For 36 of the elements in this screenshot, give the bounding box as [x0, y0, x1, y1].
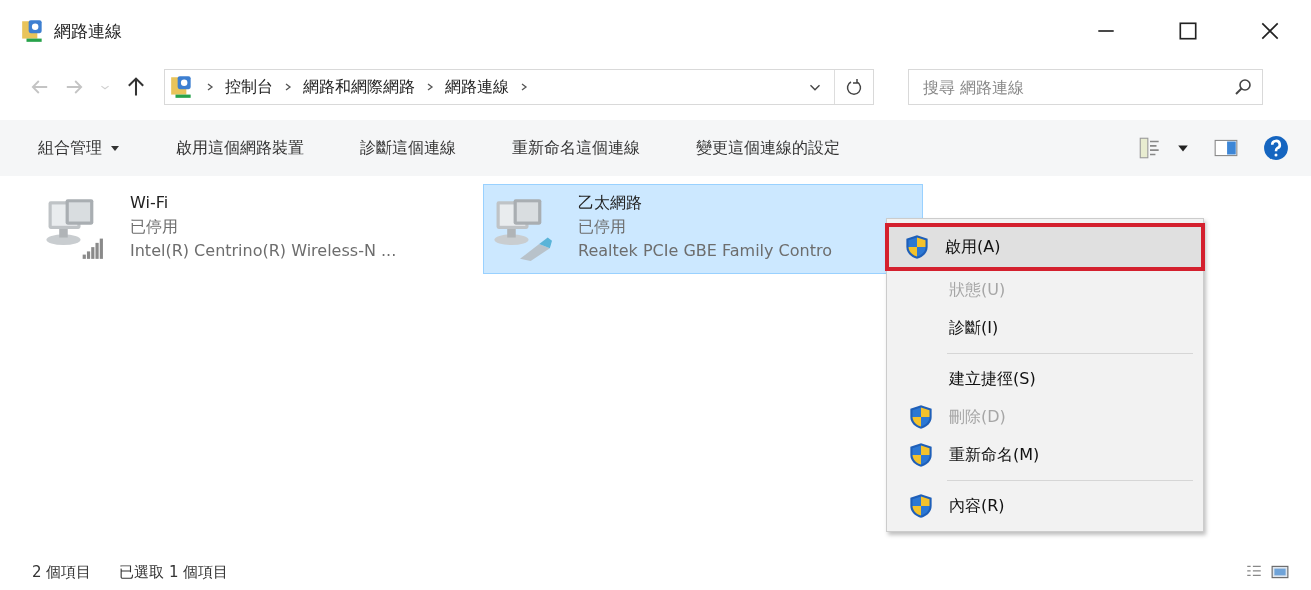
search-icon [1233, 77, 1253, 97]
menu-item[interactable]: 診斷(I) [889, 309, 1201, 347]
menu-item[interactable]: 內容(R) [889, 487, 1201, 525]
menu-item[interactable]: 啟用(A) [885, 223, 1205, 271]
chevron-right-icon [205, 82, 215, 92]
connection-name: Wi-Fi [130, 192, 170, 214]
address-bar[interactable]: 控制台 網路和網際網路 網路連線 [164, 69, 874, 105]
breadcrumb[interactable]: 網路和網際網路 [303, 76, 415, 98]
selection-count: 已選取 1 個項目 [119, 562, 229, 582]
chevron-right-icon [283, 82, 293, 92]
toolbar-button[interactable]: 診斷這個連線 [348, 131, 468, 165]
toolbar-button[interactable]: 重新命名這個連線 [500, 131, 652, 165]
adapter-name: Realtek PCIe GBE Family Contro [578, 240, 832, 262]
close-icon[interactable] [1259, 20, 1281, 42]
adapter-name: Intel(R) Centrino(R) Wireless-N ... [130, 240, 397, 262]
connection-item[interactable]: 乙太網路 已停用 Realtek PCIe GBE Family Contro [483, 184, 923, 274]
toolbar-button[interactable]: 變更這個連線的設定 [684, 131, 852, 165]
connection-status: 已停用 [578, 216, 627, 238]
window-title: 網路連線 [54, 19, 122, 43]
connection-name: 乙太網路 [578, 192, 643, 214]
chevron-right-icon [425, 82, 435, 92]
toolbar-button[interactable]: 啟用這個網路裝置 [164, 131, 316, 165]
menu-item[interactable]: 重新命名(M) [889, 436, 1201, 474]
help-icon[interactable] [1263, 135, 1289, 161]
breadcrumb[interactable]: 網路連線 [445, 76, 509, 98]
search-field[interactable]: 搜尋 網路連線 [908, 69, 1263, 105]
connection-status: 已停用 [130, 216, 179, 238]
connection-item[interactable]: Wi-Fi 已停用 Intel(R) Centrino(R) Wireless-N ... [35, 184, 475, 274]
large-icons-view-icon[interactable] [1271, 563, 1289, 581]
chevron-right-icon [519, 82, 529, 92]
maximize-icon[interactable] [1177, 20, 1199, 42]
item-count: 2 個項目 [32, 562, 92, 582]
refresh-icon [844, 77, 864, 97]
breadcrumb[interactable]: 控制台 [225, 76, 273, 98]
menu-item[interactable]: 建立捷徑(S) [889, 360, 1201, 398]
toolbar-button[interactable]: 組合管理 [26, 131, 132, 165]
